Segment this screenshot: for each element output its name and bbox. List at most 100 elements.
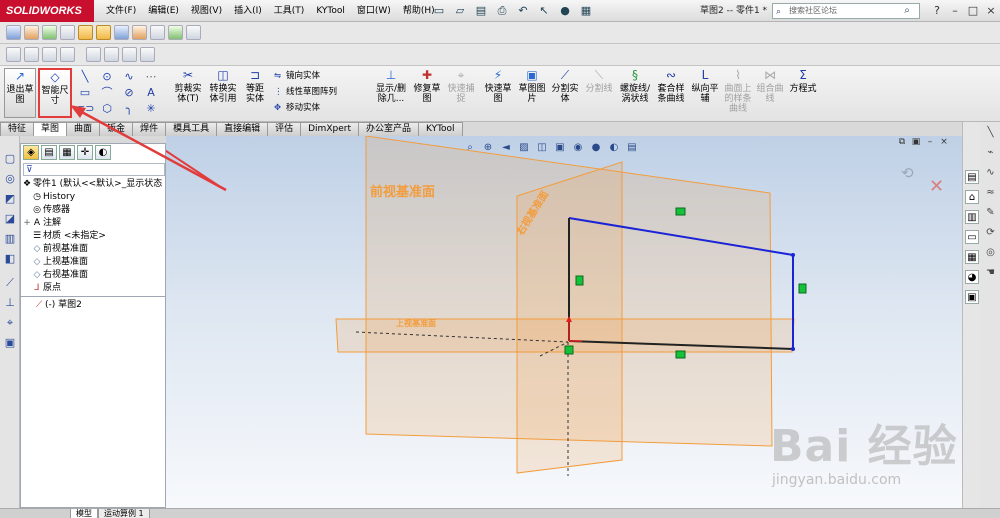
tree-item-right-plane[interactable]: ◇ 右视基准面 [21,269,166,282]
tab-mold-tools[interactable]: 模具工具 [165,122,218,136]
boundary-icon[interactable]: ▥ [3,232,17,246]
section-view-icon[interactable] [60,25,75,40]
view-settings-icon[interactable] [150,25,165,40]
tree-item-sketch2[interactable]: ⟋ (-) 草图2 [33,299,82,312]
configuration-tab-icon[interactable]: ▦ [59,145,75,160]
spline-icon[interactable]: ∿ [120,70,138,84]
appearances-icon[interactable]: ◕ [965,270,979,284]
menu-insert[interactable]: 插入(I) [228,0,268,22]
feature-tree-tab-icon[interactable]: ◈ [23,145,39,160]
zoom-to-fit-icon[interactable]: ⌕ [463,142,477,154]
tree-item-origin[interactable]: ⅃ 原点 [21,282,166,295]
rebuild-icon[interactable]: ● [556,3,574,19]
exit-sketch-button[interactable]: ↗ 退出草图 [4,68,36,118]
new-file-icon[interactable]: ▭ [430,3,448,19]
dimension-tool-icon[interactable]: ⟋ [3,276,17,290]
sketch-icon[interactable] [78,25,93,40]
rapid-sketch-button[interactable]: ⚡ 快速草图 [482,68,514,118]
minimize-icon[interactable]: – [924,136,936,148]
cancel-icon[interactable]: ✕ [929,176,944,197]
solidworks-logo[interactable]: SOLIDWORKS [0,0,94,22]
linear-pattern-button[interactable]: ⋮ 线性草图阵列 [274,86,337,98]
menu-edit[interactable]: 编辑(E) [142,0,185,22]
line-icon[interactable]: ╲ [76,70,94,84]
menu-kytool[interactable]: KYTool [310,0,351,22]
pen-icon[interactable]: ✎ [984,206,997,219]
repair-sketch-button[interactable]: ✚ 修复草图 [412,68,442,118]
tree-item-annotations[interactable]: + A 注解 [21,217,166,230]
spline-tool-icon[interactable]: ≈ [984,186,997,199]
tab-kytool[interactable]: KYTool [417,122,463,136]
restore-icon[interactable]: ⧉ [896,136,908,148]
mass-properties-icon[interactable] [104,47,119,62]
dimxpert-tab-icon[interactable]: ✛ [77,145,93,160]
menu-view[interactable]: 视图(V) [185,0,228,22]
print-icon[interactable]: ⎙ [493,3,511,19]
tab-direct-editing[interactable]: 直接编辑 [216,122,269,136]
resources-icon[interactable]: ▤ [965,170,979,184]
display-style-icon[interactable]: ▣ [553,142,567,154]
equation-button[interactable]: Σ 方程式 [788,68,818,118]
close-icon[interactable]: × [938,136,950,148]
spline-on-surface-button[interactable]: ⌇ 曲面上的样条曲线 [722,68,754,118]
move-entities-button[interactable]: ✥ 移动实体 [274,102,320,114]
tree-item-sensors[interactable]: ◎ 传感器 [21,204,166,217]
tree-item-front-plane[interactable]: ◇ 前视基准面 [21,243,166,256]
rectangle-icon[interactable]: ▭ [76,86,94,100]
tree-root-part[interactable]: ❖ 零件1 (默认<<默认>_显示状态 [21,178,166,191]
quick-snaps-button[interactable]: ⌖ 快速捕捉 [446,68,476,118]
standard-views-icon[interactable] [186,25,201,40]
exit-sketch-confirm-icon[interactable]: ⟲ [901,164,914,182]
scene-icon[interactable] [42,25,57,40]
sweep-icon[interactable]: ◩ [3,192,17,206]
property-manager-tab-icon[interactable]: ▤ [41,145,57,160]
view-settings-icon[interactable]: ▤ [625,142,639,154]
mirror-entities-button[interactable]: ⇋ 镜向实体 [274,70,320,82]
realview-icon[interactable] [168,25,183,40]
trim-entities-button[interactable]: ✂ 剪裁实体(T) [172,68,204,118]
cut-icon[interactable]: ◧ [3,252,17,266]
options-icon[interactable]: ▦ [577,3,595,19]
file-explorer-icon[interactable]: ▭ [965,230,979,244]
sketch-line-icon[interactable]: ╲ [984,126,997,139]
tab-features[interactable]: 特征 [0,122,35,136]
circle-icon[interactable]: ⊙ [98,70,116,84]
measure-icon[interactable] [86,47,101,62]
polygon-icon[interactable]: ⬡ [98,102,116,116]
horizontal-relation-marker[interactable] [675,207,686,216]
open-file-icon[interactable]: ▱ [451,3,469,19]
tab-surfaces[interactable]: 曲面 [66,122,101,136]
custom-properties-icon[interactable]: ▣ [965,290,979,304]
tab-dimxpert[interactable]: DimXpert [300,122,359,136]
text-icon[interactable]: A [142,86,160,100]
menu-window[interactable]: 窗口(W) [351,0,397,22]
tool-icon[interactable]: ⌁ [984,146,997,159]
compare-icon[interactable] [140,47,155,62]
extrude-icon[interactable]: ▢ [3,152,17,166]
undo-icon[interactable]: ↶ [514,3,532,19]
tree-item-material[interactable]: ☰ 材质 <未指定> [21,230,166,243]
vertical-plane-button[interactable]: L 纵向平辅 [690,68,720,118]
design-library-icon[interactable]: ▥ [965,210,979,224]
horizontal-relation-marker[interactable] [675,350,686,359]
help-icon[interactable]: ? [928,0,946,22]
rotate-icon[interactable]: ⟳ [984,226,997,239]
previous-view-icon[interactable] [42,47,57,62]
search-go-icon[interactable]: ⌕ [896,4,918,18]
curve-icon[interactable]: ∿ [984,166,997,179]
tab-sketch[interactable]: 草图 [33,122,68,136]
render-icon[interactable] [132,25,147,40]
ellipse-icon[interactable]: ⊘ [120,86,138,100]
snap-tool-icon[interactable]: ⌖ [3,316,17,330]
hide-show-icon[interactable] [24,25,39,40]
section-icon[interactable] [60,47,75,62]
minimize-icon[interactable]: – [946,0,964,22]
select-icon[interactable]: ↖ [535,3,553,19]
maximize-icon[interactable]: □ [964,0,982,22]
smart-dimension-icon[interactable] [96,25,111,40]
hide-show-items-icon[interactable]: ◉ [571,142,585,154]
vertical-relation-marker[interactable] [798,283,807,294]
fit-spline-button[interactable]: ∾ 套合样条曲线 [654,68,688,118]
sketch-point[interactable] [791,347,795,351]
expand-icon[interactable]: + [23,217,31,230]
